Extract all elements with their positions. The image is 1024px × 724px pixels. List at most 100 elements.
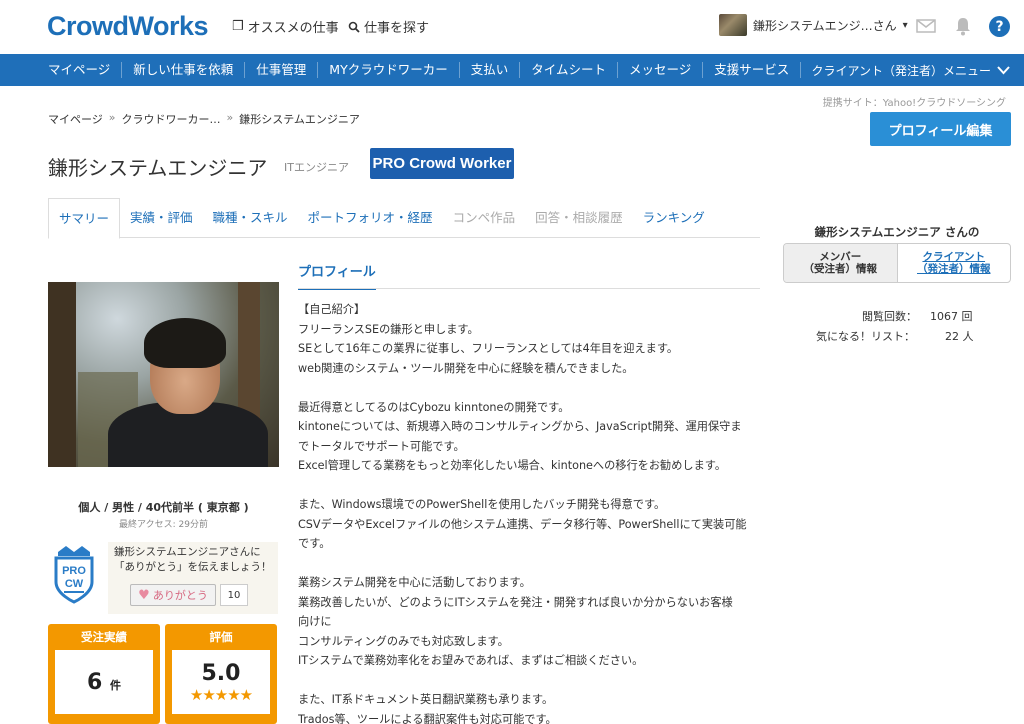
profile-body: 【自己紹介】フリーランスSEの鎌形と申します。 SEとして16年この業界に従事し、… <box>298 300 764 724</box>
rating-stars: ★★★★★ <box>189 685 253 704</box>
recommended-jobs-link[interactable]: ❒ オススメの仕事 <box>232 17 339 36</box>
client-menu-label: クライアント（発注者）メニュー <box>811 64 991 78</box>
section-divider <box>298 288 760 289</box>
favorite-label: 気になる！リスト： <box>816 330 915 343</box>
nav-mypage[interactable]: マイページ <box>0 62 123 78</box>
profile-text-line: Excel管理してる業務をもっと効率化したい場合、kintoneへの移行をお勧め… <box>298 459 727 472</box>
profile-text-line: です。 <box>298 537 331 550</box>
breadcrumb-separator: » <box>108 111 116 124</box>
profile-text-line: 【自己紹介】 <box>298 303 366 316</box>
thank-you-label: ありがとう <box>152 589 208 602</box>
profile-text-line: また、IT系ドキュメント英日翻訳業務も承ります。 <box>298 693 554 706</box>
views-label: 閲覧回数： <box>862 310 917 323</box>
nav-my-crowdworker[interactable]: MYクラウドワーカー <box>318 62 460 78</box>
page-title: 鎌形システムエンジニア <box>48 156 268 180</box>
profile-text-line: 業務システム開発を中心に活動しております。 <box>298 576 531 589</box>
recommended-jobs-label: オススメの仕事 <box>247 21 339 36</box>
breadcrumb-mypage[interactable]: マイページ <box>48 111 103 127</box>
user-menu[interactable]: 鎌形システムエンジ…さん ▾ <box>719 14 908 36</box>
svg-text:PRO: PRO <box>62 565 86 577</box>
thanks-box: PRO CW 鎌形システムエンジニアさんに 「ありがとう」を伝えましょう！ ♥ … <box>48 536 279 614</box>
thanks-line: 鎌形システムエンジニアさんに <box>114 546 261 558</box>
nav-support[interactable]: 支援サービス <box>703 62 802 78</box>
rating-card: 評価 5.0 ★★★★★ <box>165 624 277 724</box>
nav-message[interactable]: メッセージ <box>618 62 704 78</box>
lightbulb-icon: ❒ <box>232 19 244 34</box>
orders-label: 受注実績 <box>81 630 127 644</box>
thank-you-button[interactable]: ♥ ありがとう <box>130 584 216 606</box>
profile-text-line: web関連のシステム・ツール開発を中心に経験を積んできました。 <box>298 361 634 375</box>
profile-text-line: CSVデータやExcelファイルの他システム連携、データ移行等、PowerShe… <box>298 517 747 531</box>
profile-text-line <box>298 554 764 574</box>
profile-text-line <box>298 476 764 496</box>
find-jobs-link[interactable]: 仕事を探す <box>348 17 429 36</box>
profile-text-line: kintoneについては、新規導入時のコンサルティングから、JavaScript… <box>298 420 742 433</box>
orders-card: 受注実績 6 件 <box>48 624 160 724</box>
profile-text-line: でトータルでサポート可能です。 <box>298 439 465 453</box>
breadcrumb: マイページ » クラウドワーカー… » 鎌形システムエンジニア <box>48 111 360 127</box>
pro-cw-shield-icon: PRO CW <box>54 546 94 604</box>
tab-competition: コンペ作品 <box>452 210 516 225</box>
member-info-tab[interactable]: メンバー （受注者）情報 <box>784 244 898 282</box>
find-jobs-label: 仕事を探す <box>364 21 430 36</box>
client-info-link[interactable]: クライアント （発注者）情報 <box>898 244 1011 282</box>
chevron-down-icon: ▾ <box>902 19 908 31</box>
chevron-down-icon <box>997 66 1010 75</box>
tab-ranking[interactable]: ランキング <box>633 198 715 238</box>
breadcrumb-current: 鎌形システムエンジニア <box>239 113 360 126</box>
member-info-line: メンバー <box>819 251 862 263</box>
profile-text-line: ITシステムで業務効率化をお望みであれば、まずはご相談ください。 <box>298 654 644 667</box>
profile-text-line: また、Windows環境でのPowerShellを使用したバッチ開発も得意です。 <box>298 498 666 511</box>
last-access: 最終アクセス: 29分前 <box>119 520 208 530</box>
tab-portfolio[interactable]: ポートフォリオ・経歴 <box>298 198 443 238</box>
category-label: ITエンジニア <box>284 161 349 174</box>
tab-results[interactable]: 実績・評価 <box>120 198 203 238</box>
profile-text-line: フリーランスSEの鎌形と申します。 <box>298 322 479 336</box>
edit-profile-button[interactable]: プロフィール編集 <box>870 112 1011 146</box>
tab-skills[interactable]: 職種・スキル <box>203 198 298 238</box>
tab-summary[interactable]: サマリー <box>48 198 121 239</box>
crowdworks-logo[interactable]: CrowdWorks <box>47 11 209 42</box>
client-info-line: （発注者）情報 <box>917 263 991 275</box>
partner-site: 提携サイト：Yahoo!クラウドソーシング <box>822 98 1006 109</box>
views-value: 1067 回 <box>930 310 973 323</box>
profile-text-line: コンサルティングのみでも対応致します。 <box>298 634 509 648</box>
profile-text-line: SEとして16年この業界に従事し、フリーランスとしては4年目を迎えます。 <box>298 342 679 355</box>
profile-text-line: 向けに <box>298 615 332 628</box>
help-icon[interactable]: ? <box>989 16 1010 37</box>
search-icon <box>348 21 360 33</box>
nav-payment[interactable]: 支払い <box>460 62 521 78</box>
rating-value: 5.0 <box>201 660 241 686</box>
nav-timesheet[interactable]: タイムシート <box>520 62 618 78</box>
main-nav: マイページ 新しい仕事を依頼 仕事管理 MYクラウドワーカー 支払い タイムシー… <box>0 54 1024 86</box>
profile-text-line <box>298 671 764 691</box>
profile-text-line: 最近得意としてるのはCybozu kinntoneの開発です。 <box>298 400 570 414</box>
user-name: 鎌形システムエンジ…さん <box>753 18 897 33</box>
sidebar-user-name: 鎌形システムエンジニア さんの <box>814 225 980 239</box>
profile-section-title: プロフィール <box>298 261 376 290</box>
orders-value-wrap: 6 件 <box>87 670 121 695</box>
avatar <box>719 14 747 36</box>
orders-unit: 件 <box>109 678 121 692</box>
member-info-line: （受注者）情報 <box>803 263 878 275</box>
tab-answers: 回答・相談履歴 <box>535 210 623 225</box>
profile-text-line <box>298 378 764 398</box>
svg-text:CW: CW <box>65 578 84 590</box>
pro-crowd-worker-badge: PRO Crowd Worker <box>370 148 514 179</box>
nav-job-management[interactable]: 仕事管理 <box>245 62 319 78</box>
top-header: CrowdWorks ❒ オススメの仕事 仕事を探す 鎌形システムエンジ…さん … <box>0 0 1024 54</box>
profile-text-line: Trados等、ツールによる翻訳案件も対応可能です。 <box>298 712 557 724</box>
breadcrumb-crowdworker[interactable]: クラウドワーカー… <box>122 111 221 127</box>
client-info-line: クライアント <box>922 251 986 263</box>
client-menu[interactable]: クライアント（発注者）メニュー <box>811 62 1010 79</box>
favorite-value: 22 人 <box>945 330 974 343</box>
person-info: 個人 / 男性 / 40代前半 ( 東京都 ) <box>78 501 249 514</box>
profile-photo <box>48 282 279 467</box>
mail-icon[interactable] <box>915 15 937 37</box>
profile-tabs: サマリー 実績・評価 職種・スキル ポートフォリオ・経歴 コンペ作品 回答・相談… <box>48 198 760 239</box>
breadcrumb-separator: » <box>226 111 234 124</box>
nav-new-job[interactable]: 新しい仕事を依頼 <box>122 62 246 78</box>
bell-icon[interactable] <box>952 15 974 37</box>
thank-you-count: 10 <box>220 584 248 606</box>
profile-text-line: 業務改善したいが、どのようにITシステムを発注・開発すれば良いか分からないお客様 <box>298 595 733 609</box>
